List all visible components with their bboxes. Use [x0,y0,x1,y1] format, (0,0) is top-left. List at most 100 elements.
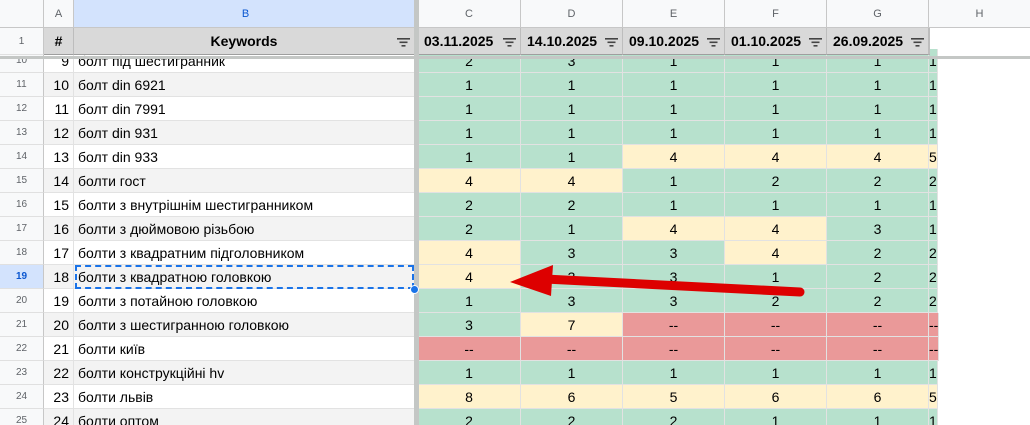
position-cell[interactable]: 3 [623,265,725,289]
column-header-d[interactable]: D [521,0,623,28]
column-header-b[interactable]: B [74,0,418,28]
position-cell[interactable]: 4 [418,241,521,265]
position-cell[interactable]: 4 [725,217,827,241]
position-cell[interactable]: 1 [623,73,725,97]
position-cell[interactable]: 4 [521,169,623,193]
position-cell[interactable]: 1 [827,409,929,425]
position-cell[interactable]: 3 [623,241,725,265]
position-cell[interactable]: 4 [418,265,521,289]
position-cell[interactable]: 4 [623,217,725,241]
frozen-row-divider[interactable] [419,56,1030,59]
position-cell[interactable]: 1 [929,121,938,145]
date-header[interactable]: 26.09.2025 [827,28,929,55]
keyword-cell[interactable]: болти з шестигранною головкою [74,313,415,337]
row-number[interactable]: 23 [0,361,44,385]
position-cell[interactable]: 2 [827,169,929,193]
position-cell[interactable]: 1 [418,121,521,145]
position-cell[interactable]: 1 [521,217,623,241]
keyword-cell[interactable]: болти оптом [74,409,415,425]
keyword-cell[interactable]: болти конструкційні hv [74,361,415,385]
position-cell[interactable]: 1 [929,409,938,425]
row-number[interactable]: 17 [0,217,44,241]
position-cell[interactable]: 1 [623,97,725,121]
row-number[interactable]: 15 [0,169,44,193]
filter-icon[interactable] [605,37,618,47]
position-cell[interactable]: 5 [623,385,725,409]
position-cell[interactable]: 1 [521,145,623,169]
position-cell[interactable]: 2 [725,289,827,313]
position-cell[interactable]: 4 [623,145,725,169]
position-cell[interactable]: 1 [929,49,938,73]
position-cell[interactable]: 1 [521,97,623,121]
position-cell[interactable]: 7 [521,313,623,337]
position-cell[interactable]: 2 [623,409,725,425]
date-header[interactable]: 01.10.2025 [725,28,827,55]
position-cell[interactable]: 2 [929,265,938,289]
select-all-corner[interactable] [0,0,44,28]
row-number[interactable]: 22 [0,337,44,361]
position-cell[interactable]: 1 [725,73,827,97]
position-cell[interactable]: 4 [725,241,827,265]
row-number[interactable]: 1 [0,28,44,55]
filter-icon[interactable] [707,37,720,47]
row-number[interactable]: 14 [0,145,44,169]
position-cell[interactable]: 1 [929,193,938,217]
column-header-c[interactable]: C [418,0,521,28]
position-cell[interactable]: 3 [827,217,929,241]
position-cell[interactable]: 1 [725,193,827,217]
column-header-f[interactable]: F [725,0,827,28]
position-cell[interactable]: -- [623,337,725,361]
position-cell[interactable]: 1 [623,193,725,217]
row-number[interactable]: 13 [0,121,44,145]
position-cell[interactable]: 1 [623,169,725,193]
date-header[interactable]: 18.09.2025 [929,28,930,55]
spreadsheet-grid[interactable]: 10 9 болт під шестигранник 2 3 1 1 1 1 11 10 болт d… [0,0,1030,425]
row-index-cell[interactable]: 12 [44,121,74,145]
filter-icon[interactable] [503,37,516,47]
date-header[interactable]: 09.10.2025 [623,28,725,55]
column-header-e[interactable]: E [623,0,725,28]
position-cell[interactable]: 1 [929,97,938,121]
position-cell[interactable]: 3 [623,289,725,313]
keyword-cell[interactable]: болти львів [74,385,415,409]
row-index-cell[interactable]: 24 [44,409,74,425]
position-cell[interactable]: 2 [929,289,938,313]
position-cell[interactable]: -- [929,337,940,361]
row-index-cell[interactable]: 15 [44,193,74,217]
position-cell[interactable]: 2 [827,265,929,289]
position-cell[interactable]: 1 [929,217,938,241]
position-cell[interactable]: 1 [418,289,521,313]
position-cell[interactable]: 1 [929,73,938,97]
row-index-cell[interactable]: 22 [44,361,74,385]
keyword-cell[interactable]: болти з квадратним підголовником [74,241,415,265]
position-cell[interactable]: 1 [521,121,623,145]
row-index-cell[interactable]: 11 [44,97,74,121]
position-cell[interactable]: 3 [521,265,623,289]
keywords-header[interactable]: Keywords [74,28,415,55]
position-cell[interactable]: 1 [418,361,521,385]
row-number[interactable]: 12 [0,97,44,121]
keyword-cell[interactable]: болти київ [74,337,415,361]
row-index-cell[interactable]: 14 [44,169,74,193]
row-number[interactable]: 18 [0,241,44,265]
position-cell[interactable]: 2 [827,289,929,313]
position-cell[interactable]: -- [827,313,929,337]
position-cell[interactable]: 1 [521,361,623,385]
position-cell[interactable]: 1 [827,193,929,217]
position-cell[interactable]: 6 [521,385,623,409]
keyword-cell[interactable]: болт din 7991 [74,97,415,121]
position-cell[interactable]: 2 [418,217,521,241]
hash-header[interactable]: # [44,28,74,55]
column-header-h[interactable]: H [929,0,1030,28]
position-cell[interactable]: 1 [827,73,929,97]
row-index-cell[interactable]: 10 [44,73,74,97]
position-cell[interactable]: -- [725,313,827,337]
keyword-cell[interactable]: болт din 933 [74,145,415,169]
position-cell[interactable]: -- [521,337,623,361]
position-cell[interactable]: 3 [418,313,521,337]
position-cell[interactable]: 4 [725,145,827,169]
keyword-cell[interactable]: болти з потайною головкою [74,289,415,313]
keyword-cell[interactable]: болт din 6921 [74,73,415,97]
fill-handle[interactable] [410,285,419,294]
date-header[interactable]: 03.11.2025 [418,28,521,55]
